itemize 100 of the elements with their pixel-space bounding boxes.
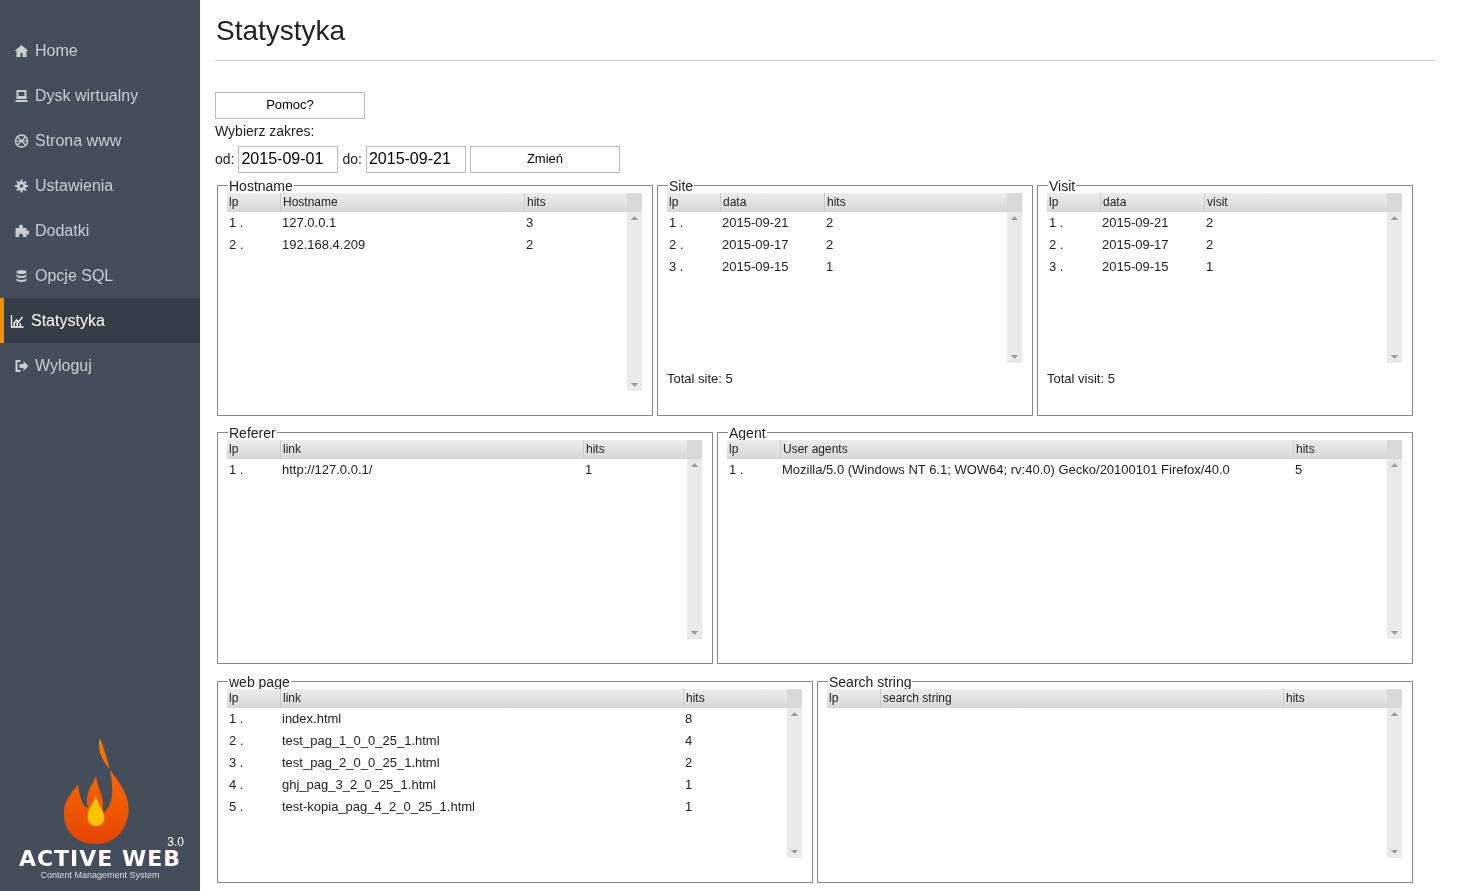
scroll-down-icon[interactable] [1391,354,1398,359]
table-cell-text: 1 . [228,709,245,728]
chart-icon [10,313,25,328]
total-label: Total site: 5 [667,369,734,388]
puzzle-icon [14,223,29,238]
column-header[interactable]: link [280,440,583,459]
page-title: Statystyka [216,14,347,48]
scroll-down-icon[interactable] [1391,630,1398,635]
from-date-field[interactable]: 2015-09-01 [238,145,339,173]
table-cell-text: test-kopia_pag_4_2_0_25_1.html [281,797,476,816]
table-cell-text: 1 . [228,460,245,479]
sidebar-item[interactable]: Ustawienia [0,163,200,208]
scroll-up-icon[interactable] [1391,711,1398,716]
logo-name: ACTIVE WEB [17,848,183,871]
table-cell-text: 1 . [1048,213,1065,232]
table-cell-text: 1 [1205,257,1215,276]
table-cell-text: 2015-09-15 [1101,257,1170,276]
sidebar-item[interactable]: Dysk wirtualny [0,73,200,118]
scroll-down-icon[interactable] [631,382,638,387]
sidebar-item[interactable]: Statystyka [0,298,200,343]
table-cell-text: 1 . [228,213,245,232]
column-header[interactable]: link [280,689,683,708]
column-header[interactable]: data [720,193,824,212]
header-corner [1007,192,1022,212]
column-header[interactable]: lp [1047,193,1100,212]
gear-icon [14,178,29,193]
column-header[interactable]: lp [227,689,280,708]
help-button[interactable]: Pomoc? [215,91,365,119]
table-cell-text: http://127.0.0.1/ [281,460,374,479]
sidebar-item[interactable]: Wyloguj [0,343,200,388]
panel-legend: Referer [228,425,277,440]
range-label: Wybierz zakres: [215,121,316,141]
sidebar-item[interactable]: Dodatki [0,208,200,253]
sidebar-item[interactable]: Strona www [0,118,200,163]
logo-tagline: Content Management System [39,870,161,881]
database-icon [14,268,29,283]
scroll-down-icon[interactable] [1011,354,1018,359]
sidebar-item[interactable]: Opcje SQL [0,253,200,298]
table-cell-text: 3 . [1048,257,1065,276]
column-header[interactable]: lp [227,193,280,212]
table-cell-text: 3 [525,213,535,232]
panel-legend: Hostname [228,178,294,193]
scroll-up-icon[interactable] [1391,462,1398,467]
table-cell-text: 192.168.4.209 [281,235,367,254]
panel-legend: Search string [828,674,913,689]
sidebar-item[interactable]: Home [0,28,200,73]
table-cell-text: test_pag_2_0_0_25_1.html [281,753,441,772]
scroll-up-icon[interactable] [631,215,638,220]
table-cell-text: 2 [525,235,535,254]
column-header[interactable]: search string [880,689,1283,708]
total-label: Total visit: 5 [1047,369,1116,388]
table-cell-text: 2 [684,753,694,772]
table-cell-text: 1 [684,775,694,794]
header-corner [787,688,802,708]
panel-legend: web page [228,674,291,689]
column-header[interactable]: lp [727,440,780,459]
table-cell-text: 4 . [228,775,245,794]
table-cell-text: 2 [825,213,835,232]
table-cell-text: 2 . [1048,235,1065,254]
header-corner [1387,192,1402,212]
column-header[interactable]: lp [227,440,280,459]
panel-legend: Visit [1048,178,1077,193]
table-cell-text: 2015-09-21 [1101,213,1170,232]
table-cell-text: Mozilla/5.0 (Windows NT 6.1; WOW64; rv:40.0) Gecko/20100101 Firefox/40.0 [781,460,1231,479]
table-cell-text: 1 . [728,460,745,479]
table-cell-text: 3 . [668,257,685,276]
table-cell-text: 127.0.0.1 [281,213,338,232]
header-corner [627,192,642,212]
scroll-up-icon[interactable] [791,711,798,716]
scroll-down-icon[interactable] [1391,849,1398,854]
table-cell-text: 2 [825,235,835,254]
column-header[interactable]: User agents [780,440,1293,459]
drive-icon [14,88,29,103]
scroll-up-icon[interactable] [1011,215,1018,220]
scroll-up-icon[interactable] [691,462,698,467]
globe-icon [14,133,29,148]
to-date-field[interactable]: 2015-09-21 [365,145,466,173]
table-cell-text: 2015-09-15 [721,257,790,276]
scroll-up-icon[interactable] [1391,215,1398,220]
table-cell-text: 2015-09-17 [721,235,790,254]
panel-legend: Agent [728,425,767,440]
column-header[interactable]: lp [667,193,720,212]
table-cell-text: 8 [684,709,694,728]
table-cell-text: 3 . [228,753,245,772]
header-corner [1387,688,1402,708]
scroll-down-icon[interactable] [691,630,698,635]
column-header[interactable]: data [1100,193,1204,212]
scroll-down-icon[interactable] [791,849,798,854]
exit-icon [14,358,29,373]
home-icon [14,43,29,58]
table-cell-text: 4 [684,731,694,750]
version-label: 3.0 [166,836,185,849]
column-header[interactable]: lp [827,689,880,708]
change-button[interactable]: Zmień [469,145,620,173]
header-corner [1387,439,1402,459]
column-header[interactable]: Hostname [280,193,524,212]
table-cell-text: 2015-09-21 [721,213,790,232]
table-cell-text: 1 . [668,213,685,232]
table-cell-text: 5 . [228,797,245,816]
header-corner [687,439,702,459]
